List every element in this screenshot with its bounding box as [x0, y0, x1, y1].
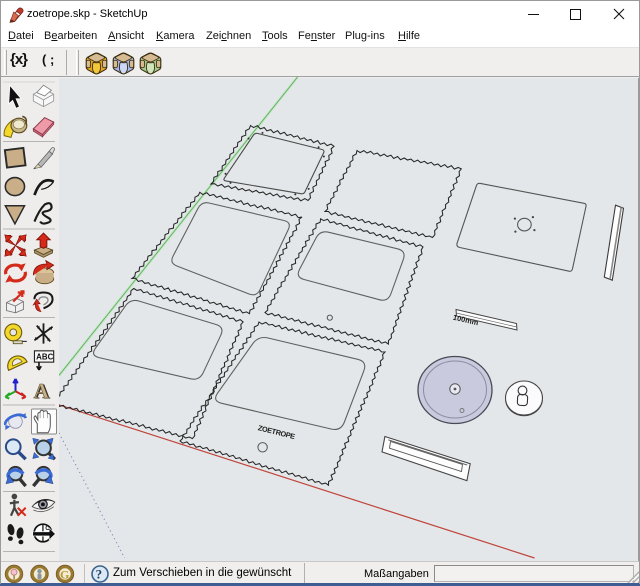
svg-text:C: C	[45, 525, 50, 532]
svg-text:ABC: ABC	[36, 352, 53, 361]
svg-text:?: ?	[96, 567, 103, 582]
svg-text:A: A	[34, 379, 50, 403]
svg-text:G: G	[60, 568, 69, 582]
svg-text:ZOETROPE: ZOETROPE	[257, 423, 296, 441]
